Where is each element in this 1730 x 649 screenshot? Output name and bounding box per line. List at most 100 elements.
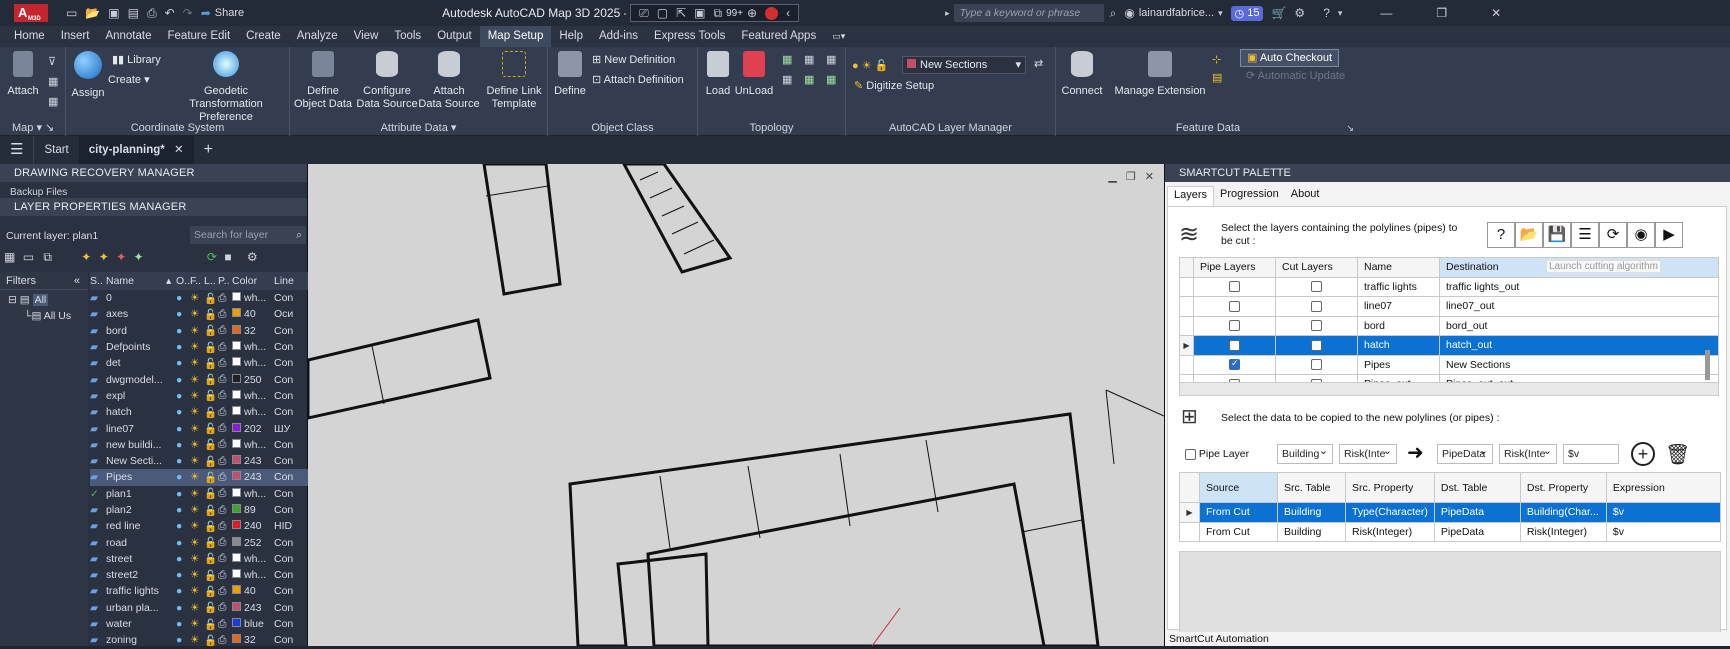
bulb-icon[interactable]: ● — [176, 471, 190, 483]
delete-layer-icon[interactable]: ✦ — [116, 250, 126, 264]
col-on[interactable]: O.. — [176, 275, 190, 287]
layers-table-row[interactable]: PipesNew Sections — [1179, 354, 1719, 375]
redo-icon[interactable]: ↷ — [183, 6, 193, 20]
col-name[interactable]: Name — [106, 275, 166, 287]
minimize-icon[interactable]: — — [1380, 6, 1392, 20]
layers-scrollbar[interactable] — [1705, 350, 1710, 380]
layer-name-cell[interactable]: hatch — [1357, 335, 1440, 356]
tab-output[interactable]: Output — [429, 26, 480, 47]
drawing-canvas[interactable]: ▁ ❐ ✕ — [308, 164, 1164, 646]
layer-name[interactable]: expl — [106, 390, 176, 402]
layer-name[interactable]: red line — [106, 520, 176, 532]
pipe-layer-cell[interactable] — [1193, 315, 1276, 336]
plot-icon[interactable]: ⎙ — [218, 357, 232, 370]
connect-button[interactable]: Connect — [1060, 51, 1104, 98]
col-lock[interactable]: L.. — [204, 275, 218, 287]
plot-icon[interactable]: ⎙ — [218, 585, 232, 598]
layer-name[interactable]: new buildi... — [106, 439, 176, 451]
color-cell[interactable]: 243 — [232, 455, 274, 467]
sun-icon[interactable]: ☀ — [190, 325, 204, 337]
lock-icon[interactable]: 🔓 — [204, 471, 218, 484]
layer-name[interactable]: road — [106, 537, 176, 549]
src-property-cell[interactable]: Type(Character) — [1345, 502, 1435, 523]
layer-name[interactable]: plan1 — [106, 488, 176, 500]
search-input[interactable]: Type a keyword or phrase — [953, 4, 1104, 22]
app-menu-button[interactable]: A M3D — [14, 4, 48, 22]
saveas-icon[interactable]: ▤ — [128, 6, 139, 20]
user-name[interactable]: lainardfabrice... — [1139, 7, 1214, 19]
layer-name[interactable]: zoning — [106, 634, 176, 646]
sun-icon[interactable]: ☀ — [190, 504, 204, 516]
sun-icon[interactable]: ☀ — [190, 423, 204, 435]
layer-dropdown[interactable]: New Sections ▾ — [902, 56, 1026, 74]
col-dst-table[interactable]: Dst. Table — [1433, 472, 1521, 503]
lock-icon[interactable]: 🔓 — [204, 389, 218, 402]
sun-icon[interactable]: ☀ — [190, 455, 204, 467]
destination-cell[interactable]: New Sections — [1439, 354, 1719, 375]
lock-icon[interactable]: 🔓 — [204, 520, 218, 533]
sun-icon[interactable]: ☀ — [190, 471, 204, 483]
layer-name[interactable]: plan2 — [106, 504, 176, 516]
color-cell[interactable]: 40 — [232, 585, 274, 597]
source-cell[interactable]: From Cut — [1199, 521, 1278, 542]
layer-name[interactable]: line07 — [106, 423, 176, 435]
pipe-layer-checkbox[interactable] — [1229, 300, 1240, 312]
lock-icon[interactable]: 🔓 — [204, 634, 218, 647]
undo-icon[interactable]: ↶ — [165, 6, 175, 20]
lock-icon[interactable]: 🔓 — [204, 487, 218, 500]
layer-row[interactable]: ▰ traffic lights ● ☀ 🔓 ⎙ 40 Con — [90, 583, 308, 599]
lock-icon[interactable]: 🔓 — [204, 357, 218, 370]
bulb-icon[interactable]: ● — [176, 292, 190, 304]
src-table-dropdown[interactable]: Building — [1277, 442, 1333, 464]
layer-settings-icon[interactable]: ⚙ — [247, 250, 258, 264]
lock-icon[interactable]: 🔓 — [204, 552, 218, 565]
linetype-value[interactable]: Con — [274, 618, 296, 630]
new-icon[interactable]: ▭ — [66, 6, 77, 20]
layer-name-cell[interactable]: bord — [1357, 315, 1440, 336]
lock-icon[interactable]: 🔓 — [204, 569, 218, 582]
layer-row[interactable]: ✓ plan1 ● ☀ 🔓 ⎙ wh... Con — [90, 486, 308, 502]
tab-add-ins[interactable]: Add-ins — [591, 26, 646, 47]
sun-icon[interactable]: ☀ — [190, 520, 204, 532]
tab-about[interactable]: About — [1285, 186, 1326, 206]
plot-icon[interactable]: ⎙ — [218, 373, 232, 386]
src-field-dropdown[interactable]: Risk(Inte — [1339, 442, 1397, 464]
lock-icon[interactable]: 🔓 — [204, 601, 218, 614]
define-class-button[interactable]: Define — [552, 51, 588, 98]
user-dropdown-icon[interactable]: ▾ — [1218, 8, 1223, 19]
color-cell[interactable]: wh... — [232, 569, 274, 581]
color-cell[interactable]: 243 — [232, 471, 274, 483]
layer-name[interactable]: 0 — [106, 292, 176, 304]
expression-cell[interactable]: $v — [1605, 502, 1722, 523]
layer-properties-header[interactable]: LAYER PROPERTIES MANAGER — [0, 198, 307, 216]
layer-row[interactable]: ▰ expl ● ☀ 🔓 ⎙ wh... Con — [90, 388, 308, 404]
color-cell[interactable]: wh... — [232, 438, 274, 451]
col-destination[interactable]: Destination Launch cutting algorithm — [1439, 257, 1719, 278]
plot-icon[interactable]: ⎙ — [218, 406, 232, 419]
search-icon[interactable]: ⌕ — [1110, 6, 1117, 21]
lock-icon[interactable]: 🔓 — [204, 618, 218, 631]
color-cell[interactable]: blue — [232, 618, 274, 630]
layer-row[interactable]: ▰ det ● ☀ 🔓 ⎙ wh... Con — [90, 355, 308, 371]
dst-table-dropdown[interactable]: PipeData — [1437, 442, 1493, 464]
linetype-value[interactable]: Con — [274, 357, 296, 369]
layer-row[interactable]: ▰ bord ● ☀ 🔓 ⎙ 32 Con — [90, 323, 308, 339]
expand-arrow-icon[interactable]: ▸ — [945, 8, 950, 19]
layer-name[interactable]: hatch — [106, 406, 176, 418]
sun-icon[interactable]: ☀ — [190, 488, 204, 500]
maximize-icon[interactable]: ❐ — [1436, 6, 1447, 20]
sun-icon[interactable]: ☀ — [190, 602, 204, 614]
col-plot[interactable]: P.. — [218, 275, 232, 287]
sun-icon[interactable]: ☀ — [190, 357, 204, 369]
sun-icon[interactable]: ☀ — [190, 553, 204, 565]
bulb-icon[interactable]: ● — [176, 602, 190, 614]
lock-icon[interactable]: 🔓 — [204, 308, 218, 321]
feature-data-launcher-icon[interactable]: ↘ — [1346, 123, 1354, 134]
linetype-value[interactable]: Con — [274, 634, 296, 646]
feature-tool-1-icon[interactable]: ⊹ — [1212, 53, 1221, 66]
color-cell[interactable]: 89 — [232, 504, 274, 516]
layers-table-row[interactable]: traffic lights traffic lights_out — [1179, 276, 1719, 297]
linetype-value[interactable]: Con — [274, 374, 296, 386]
tab-view[interactable]: View — [346, 26, 387, 47]
plot-icon[interactable]: ⎙ — [218, 422, 232, 435]
